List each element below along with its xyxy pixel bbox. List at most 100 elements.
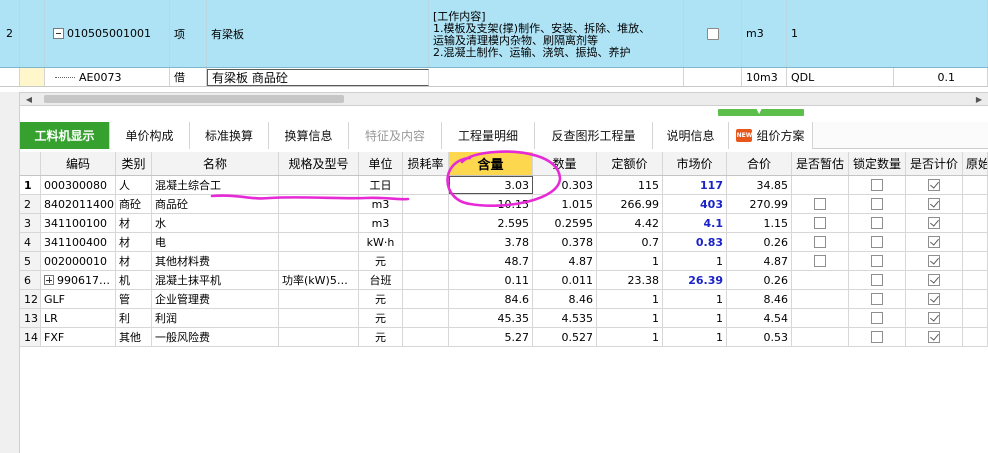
name-cell[interactable]: 混凝土综合工	[152, 176, 279, 194]
header-name[interactable]: 名称	[152, 152, 279, 175]
quantity-cell[interactable]: 4.535	[533, 309, 597, 327]
tab-labor-material-machine[interactable]: 工料机显示	[20, 122, 110, 149]
category-cell[interactable]: 人	[116, 176, 152, 194]
tab-description[interactable]: 说明信息	[653, 122, 729, 149]
quota-price-cell[interactable]: 1	[597, 309, 663, 327]
quota-price-cell[interactable]: 4.42	[597, 214, 663, 232]
is-priced-cell[interactable]	[906, 252, 963, 270]
is-priced-cell[interactable]	[906, 309, 963, 327]
original-cell[interactable]	[963, 252, 988, 270]
header-is-priced[interactable]: 是否计价	[906, 152, 963, 175]
quantity-cell[interactable]: 0.527	[533, 328, 597, 346]
original-cell[interactable]	[963, 328, 988, 346]
horizontal-scrollbar[interactable]: ◀ ▶	[20, 92, 988, 106]
checkbox[interactable]	[928, 293, 940, 305]
is-estimate-cell[interactable]	[792, 271, 849, 289]
spec-cell[interactable]	[279, 214, 359, 232]
quota-price-cell[interactable]: 23.38	[597, 271, 663, 289]
total-cell[interactable]: 0.53	[727, 328, 792, 346]
checkbox[interactable]	[814, 217, 826, 229]
is-estimate-cell[interactable]	[792, 252, 849, 270]
loss-rate-cell[interactable]	[403, 252, 449, 270]
unit-cell[interactable]: 元	[359, 252, 403, 270]
category-cell[interactable]: 管	[116, 290, 152, 308]
quantity-cell[interactable]: 0.2595	[533, 214, 597, 232]
list-row[interactable]: AE0073 借 有梁板 商品砼 10m3 QDL 0.1	[0, 68, 988, 87]
unit-cell[interactable]: 台班	[359, 271, 403, 289]
original-cell[interactable]	[963, 271, 988, 289]
qty-expr-cell[interactable]: QDL	[787, 68, 894, 86]
unit-cell[interactable]: kW·h	[359, 233, 403, 251]
header-spec[interactable]: 规格及型号	[279, 152, 359, 175]
quantity-cell[interactable]: 0.378	[533, 233, 597, 251]
spec-cell[interactable]	[279, 195, 359, 213]
content-cell[interactable]: 10.15	[449, 195, 533, 213]
content-cell[interactable]: 48.7	[449, 252, 533, 270]
is-estimate-cell[interactable]	[792, 195, 849, 213]
checkbox[interactable]	[928, 198, 940, 210]
code-cell[interactable]: 341100400	[41, 233, 116, 251]
market-price-cell[interactable]: 26.39	[663, 271, 727, 289]
spec-cell[interactable]: 功率(kW)5…	[279, 271, 359, 289]
original-cell[interactable]	[963, 176, 988, 194]
flag-cell[interactable]	[684, 68, 742, 86]
checkbox[interactable]	[928, 217, 940, 229]
table-row[interactable]: 4 341100400 材电 kW·h 3.78 0.378 0.7 0.83 0.26	[20, 233, 988, 252]
table-row[interactable]: 2 84020114001 商砼 商品砼 m3 10.15 1.015 266.99 403 27…	[20, 195, 988, 214]
category-cell[interactable]: 机	[116, 271, 152, 289]
lock-qty-cell[interactable]	[849, 252, 906, 270]
content-cell[interactable]: 3.03	[449, 176, 533, 194]
name-cell[interactable]: 有梁板	[207, 0, 429, 67]
tab-conversion-info[interactable]: 换算信息	[269, 122, 349, 149]
scrollbar-thumb[interactable]	[44, 95, 344, 103]
name-cell[interactable]: 其他材料费	[152, 252, 279, 270]
content-cell[interactable]: 45.35	[449, 309, 533, 327]
unit-cell[interactable]: 元	[359, 328, 403, 346]
original-cell[interactable]	[963, 214, 988, 232]
work-content-cell[interactable]	[429, 68, 684, 86]
total-cell[interactable]: 0.26	[727, 271, 792, 289]
code-cell[interactable]: 341100100	[41, 214, 116, 232]
expand-icon[interactable]	[44, 275, 54, 285]
unit-cell[interactable]: 工日	[359, 176, 403, 194]
loss-rate-cell[interactable]	[403, 195, 449, 213]
work-content-cell[interactable]: [工作内容] 1.模板及支架(撑)制作、安装、拆除、堆放、 运输及清理模内杂物、…	[429, 0, 684, 67]
category-cell[interactable]: 材	[116, 252, 152, 270]
table-row[interactable]: 14 FXF 其他 一般风险费元 5.27 0.527 1 1 0.53	[20, 328, 988, 347]
header-loss-rate[interactable]: 损耗率	[403, 152, 449, 175]
lock-qty-cell[interactable]	[849, 176, 906, 194]
quantity-cell[interactable]: 4.87	[533, 252, 597, 270]
unit-cell[interactable]: 元	[359, 290, 403, 308]
checkbox[interactable]	[928, 255, 940, 267]
content-cell[interactable]: 84.6	[449, 290, 533, 308]
header-total[interactable]: 合价	[727, 152, 792, 175]
header-code[interactable]: 编码	[41, 152, 116, 175]
quota-price-cell[interactable]: 1	[597, 290, 663, 308]
spec-cell[interactable]	[279, 252, 359, 270]
header-unit[interactable]: 单位	[359, 152, 403, 175]
tab-quantity-detail[interactable]: 工程量明细	[442, 122, 535, 149]
is-priced-cell[interactable]	[906, 271, 963, 289]
market-price-cell[interactable]: 1	[663, 328, 727, 346]
flag-checkbox[interactable]	[706, 27, 719, 40]
checkbox[interactable]	[928, 236, 940, 248]
original-cell[interactable]	[963, 309, 988, 327]
name-cell[interactable]: 商品砼	[152, 195, 279, 213]
table-row[interactable]: 5 002000010 材其他材料费元 48.7 4.87 1 1 4.87	[20, 252, 988, 271]
content-cell[interactable]: 5.27	[449, 328, 533, 346]
category-cell[interactable]: 商砼	[116, 195, 152, 213]
is-priced-cell[interactable]	[906, 328, 963, 346]
spec-cell[interactable]	[279, 328, 359, 346]
flag-cell[interactable]	[684, 0, 742, 67]
total-cell[interactable]: 270.99	[727, 195, 792, 213]
quantity-cell[interactable]: 0.303	[533, 176, 597, 194]
table-row[interactable]: 13 LR 利利润元 45.35 4.535 1 1 4.54	[20, 309, 988, 328]
is-estimate-cell[interactable]	[792, 328, 849, 346]
checkbox[interactable]	[814, 198, 826, 210]
code-cell[interactable]: 000300080	[41, 176, 116, 194]
quota-price-cell[interactable]: 115	[597, 176, 663, 194]
header-is-estimate[interactable]: 是否暂估	[792, 152, 849, 175]
quota-price-cell[interactable]: 266.99	[597, 195, 663, 213]
qty-cell[interactable]: 1	[787, 0, 988, 67]
list-row-selected[interactable]: 2 010505001001 项 有梁板 [工作内容] 1.模板及支架(撑)制作…	[0, 0, 988, 68]
